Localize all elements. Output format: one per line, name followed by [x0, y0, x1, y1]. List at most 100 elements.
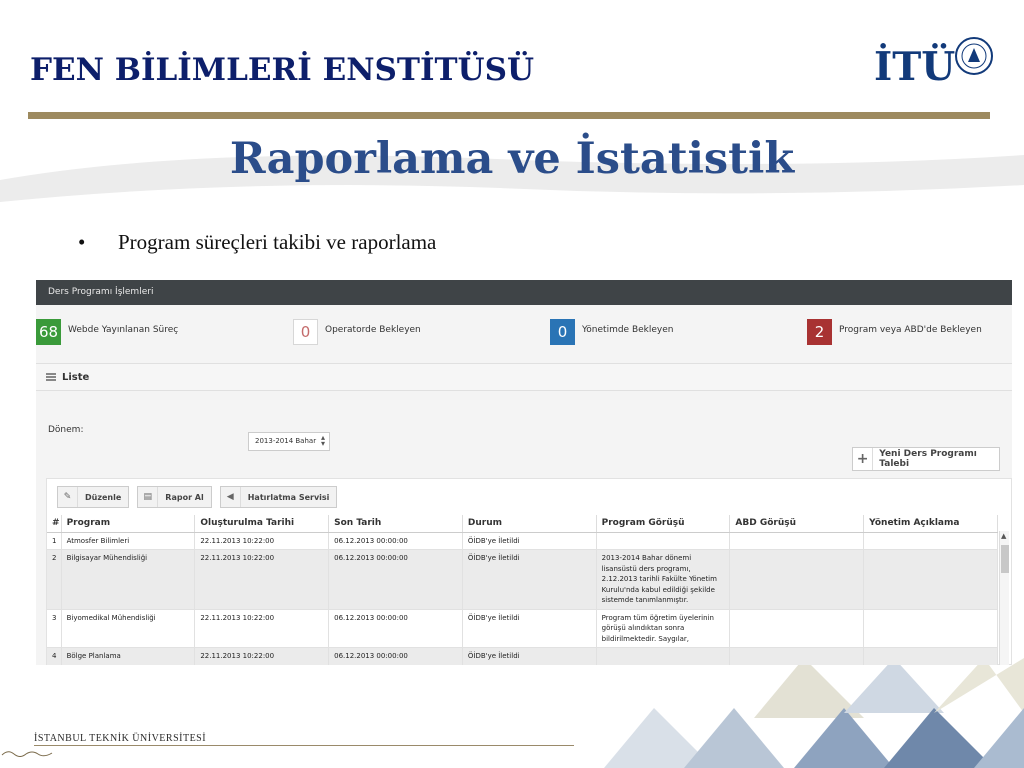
app-header-bar: Ders Programı İşlemleri [36, 280, 1012, 305]
slide-title: Raporlama ve İstatistik [229, 134, 795, 184]
cell-program: Biyomedikal Mühendisliği [61, 609, 196, 648]
table-toolbar: ✎ Düzenle ▤ Rapor Al ◀ Hatırlatma Servis… [47, 479, 1011, 515]
footer-divider [34, 745, 574, 746]
cell-abd-opinion [729, 532, 865, 550]
logo-text: İTÜ [874, 44, 956, 90]
itu-logo: İTÜ [874, 30, 994, 98]
footer-motto-signature [1, 751, 53, 757]
column-header[interactable]: # [47, 515, 62, 533]
table-row[interactable]: 2 Bilgisayar Mühendisliği 22.11.2013 10:… [47, 549, 998, 610]
cell-program-opinion: Program tüm öğretim üyelerinin görüşü al… [596, 609, 731, 648]
stat-count: 0 [550, 319, 575, 345]
stat-label: Program veya ABD'de Bekleyen [839, 325, 982, 335]
stat-label: Operatorde Bekleyen [325, 325, 421, 335]
stat-published[interactable]: 68 Webde Yayınlanan Süreç [36, 319, 178, 345]
stat-program-pending[interactable]: 2 Program veya ABD'de Bekleyen [807, 319, 982, 345]
list-icon [46, 373, 56, 381]
cell-program-opinion [596, 647, 731, 665]
scroll-thumb[interactable] [1001, 545, 1009, 573]
cell-status: ÖİDB'ye İletildi [462, 609, 597, 648]
table-row[interactable]: 3 Biyomedikal Mühendisliği 22.11.2013 10… [47, 609, 998, 648]
cell-status: ÖİDB'ye İletildi [462, 532, 597, 550]
decorative-pattern [604, 658, 1024, 768]
pencil-icon: ✎ [58, 487, 78, 507]
cell-management-note [863, 532, 998, 550]
bullet-point: • Program süreçleri takibi ve raporlama [78, 230, 436, 255]
stats-row: 68 Webde Yayınlanan Süreç 0 Operatorde B… [36, 305, 1012, 363]
column-header[interactable]: ABD Görüşü [729, 515, 865, 533]
edit-label: Düzenle [85, 492, 122, 502]
megaphone-icon: ◀ [221, 487, 241, 507]
stat-label: Webde Yayınlanan Süreç [68, 325, 179, 335]
table-row[interactable]: 4 Bölge Planlama 22.11.2013 10:22:00 06.… [47, 647, 998, 665]
cell-program: Atmosfer Bilimleri [61, 532, 196, 550]
stat-count: 0 [293, 319, 318, 345]
reminder-label: Hatırlatma Servisi [247, 492, 330, 502]
cell-management-note [863, 647, 998, 665]
cell-program: Bölge Planlama [61, 647, 196, 665]
report-button[interactable]: ▤ Rapor Al [137, 486, 212, 508]
list-title: Liste [62, 371, 90, 383]
list-section-header: Liste [36, 363, 1012, 391]
stat-count: 68 [36, 319, 61, 345]
document-icon: ▤ [138, 487, 159, 507]
header-divider [28, 112, 990, 119]
term-label: Dönem: [48, 425, 84, 435]
cell-due: 06.12.2013 00:00:00 [328, 549, 463, 610]
stat-management-pending[interactable]: 0 Yönetimde Bekleyen [550, 319, 674, 345]
column-header[interactable]: Oluşturulma Tarihi [194, 515, 330, 533]
cell-created: 22.11.2013 10:22:00 [194, 647, 330, 665]
app-window-title: Ders Programı İşlemleri [48, 287, 154, 297]
cell-due: 06.12.2013 00:00:00 [328, 609, 463, 648]
cell-created: 22.11.2013 10:22:00 [194, 549, 330, 610]
column-header[interactable]: Program Görüşü [596, 515, 731, 533]
stat-operator-pending[interactable]: 0 Operatorde Bekleyen [293, 319, 421, 345]
column-header[interactable]: Yönetim Açıklama [863, 515, 998, 533]
cell-program: Bilgisayar Mühendisliği [61, 549, 196, 610]
edit-button[interactable]: ✎ Düzenle [57, 486, 130, 508]
table-header-row: # Program Oluşturulma Tarihi Son Tarih D… [47, 515, 998, 533]
new-program-request-button[interactable]: + Yeni Ders Programı Talebi [852, 447, 1000, 471]
cell-number: 4 [47, 647, 62, 665]
stat-count: 2 [807, 319, 832, 345]
footer-university-name: İSTANBUL TEKNİK ÜNİVERSİTESİ [34, 733, 207, 744]
bullet-icon: • [78, 230, 86, 254]
cell-status: ÖİDB'ye İletildi [462, 549, 597, 610]
term-select[interactable]: 2013-2014 Bahar ▴ ▾ [248, 432, 330, 451]
institute-title: FEN BİLİMLERİ ENSTİTÜSÜ [30, 52, 535, 88]
plus-icon: + [853, 448, 874, 470]
cell-status: ÖİDB'ye İletildi [462, 647, 597, 665]
cell-due: 06.12.2013 00:00:00 [328, 647, 463, 665]
report-label: Rapor Al [165, 492, 204, 502]
select-arrows-icon: ▴ ▾ [320, 433, 325, 448]
column-header[interactable]: Program [61, 515, 196, 533]
cell-created: 22.11.2013 10:22:00 [194, 532, 330, 550]
cell-number: 3 [47, 609, 62, 648]
cell-management-note [863, 609, 998, 648]
bullet-text: Program süreçleri takibi ve raporlama [118, 230, 437, 254]
cell-abd-opinion [729, 609, 865, 648]
app-screenshot: Ders Programı İşlemleri 68 Webde Yayınla… [36, 280, 1012, 665]
table-row[interactable]: 1 Atmosfer Bilimleri 22.11.2013 10:22:00… [47, 532, 998, 550]
cell-due: 06.12.2013 00:00:00 [328, 532, 463, 550]
scroll-up-icon[interactable]: ▲ [1001, 532, 1006, 540]
new-program-request-label: Yeni Ders Programı Talebi [879, 449, 977, 469]
term-selected-value: 2013-2014 Bahar [255, 437, 317, 445]
university-seal-icon [955, 37, 993, 75]
cell-abd-opinion [729, 647, 865, 665]
column-header[interactable]: Durum [462, 515, 597, 533]
cell-created: 22.11.2013 10:22:00 [194, 609, 330, 648]
cell-program-opinion [596, 532, 731, 550]
reminder-button[interactable]: ◀ Hatırlatma Servisi [219, 486, 338, 508]
cell-management-note [863, 549, 998, 610]
program-table: # Program Oluşturulma Tarihi Son Tarih D… [47, 515, 998, 665]
cell-number: 1 [47, 532, 62, 550]
cell-abd-opinion [729, 549, 865, 610]
cell-number: 2 [47, 549, 62, 610]
table-scrollbar[interactable]: ▲ [999, 531, 1009, 665]
column-header[interactable]: Son Tarih [328, 515, 463, 533]
filter-area: Dönem: 2013-2014 Bahar ▴ ▾ + Yeni Ders Pr… [36, 391, 1012, 471]
stat-label: Yönetimde Bekleyen [582, 325, 674, 335]
program-table-panel: ✎ Düzenle ▤ Rapor Al ◀ Hatırlatma Servis… [46, 478, 1012, 665]
cell-program-opinion: 2013-2014 Bahar dönemi lisansüstü ders p… [596, 549, 731, 610]
